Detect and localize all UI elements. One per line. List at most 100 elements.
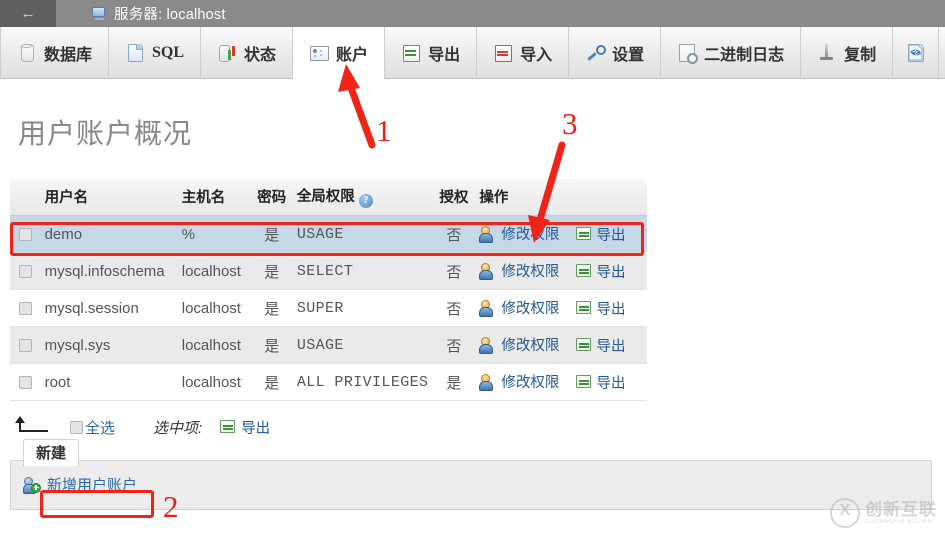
row-password: 是 [250, 363, 293, 401]
edit-privileges-label: 修改权限 [501, 227, 560, 243]
row-checkbox[interactable] [18, 265, 32, 279]
edit-privileges-link[interactable]: 修改权限 [479, 260, 559, 281]
table-row[interactable]: mysql.sys localhost 是 USAGE 否 修改权限 导出 [10, 326, 647, 364]
status-chart-icon [217, 43, 236, 62]
row-actions: 修改权限 导出 [475, 363, 647, 401]
tab-databases-label: 数据库 [44, 46, 93, 64]
row-host: % [177, 215, 251, 253]
tab-variables[interactable]: <> [893, 27, 940, 78]
tab-import[interactable]: 导入 [477, 27, 570, 78]
table-bottom-toolbar: 全选 选中项: 导出 [14, 416, 945, 438]
new-panel-tab[interactable]: 新建 [23, 439, 80, 466]
row-host: localhost [177, 289, 251, 327]
row-checkbox[interactable] [18, 339, 32, 353]
server-title: 服务器: localhost [56, 3, 226, 24]
tab-accounts[interactable]: 账户 [293, 27, 386, 79]
tab-export-label: 导出 [428, 46, 461, 64]
main-tab-bar: 数据库 SQL 状态 账户 导出 导入 设置 二进制日志 复制 <> [0, 27, 945, 79]
edit-privileges-label: 修改权限 [501, 264, 560, 280]
export-row-label: 导出 [596, 375, 626, 392]
export-row-link[interactable]: 导出 [575, 335, 626, 356]
table-head: 用户名 主机名 密码 全局权限? 授权 操作 [10, 179, 647, 216]
tab-databases[interactable]: 数据库 [0, 27, 110, 78]
row-password: 是 [250, 215, 293, 253]
row-actions: 修改权限 导出 [475, 215, 647, 253]
tab-replication[interactable]: 复制 [801, 27, 894, 78]
export-row-link[interactable]: 导出 [575, 372, 626, 393]
table-row[interactable]: mysql.infoschema localhost 是 SELECT 否 修改… [10, 252, 647, 290]
row-checkbox[interactable] [18, 302, 32, 316]
export-row-label: 导出 [596, 301, 626, 318]
export-row-link[interactable]: 导出 [575, 298, 626, 319]
server-title-text: 服务器: localhost [114, 7, 226, 23]
row-privileges: ALL PRIVILEGES [292, 363, 433, 401]
help-circle-icon[interactable]: ? [358, 194, 373, 208]
server-title-bar: ← 服务器: localhost [0, 0, 945, 27]
export-row-label: 导出 [596, 338, 626, 355]
tab-settings[interactable]: 设置 [569, 27, 662, 78]
user-edit-icon [479, 374, 496, 391]
row-password: 是 [250, 252, 293, 290]
watermark: 创新互联 CHUANGXIN HULIAN [830, 498, 937, 528]
back-arrow-icon[interactable]: ← [0, 0, 56, 27]
edit-privileges-link[interactable]: 修改权限 [479, 297, 559, 318]
tab-replication-label: 复制 [844, 46, 877, 64]
tab-status[interactable]: 状态 [201, 27, 294, 78]
header-user: 用户名 [40, 179, 178, 216]
row-user: mysql.session [40, 289, 178, 327]
sql-document-icon [125, 43, 144, 62]
export-icon [575, 264, 592, 278]
wrench-settings-icon [585, 43, 607, 62]
row-user: root [40, 363, 178, 401]
watermark-cn-text: 创新互联 [865, 499, 937, 519]
export-selected-link[interactable]: 导出 [220, 417, 270, 438]
row-checkbox-cell[interactable] [10, 363, 41, 401]
tab-export[interactable]: 导出 [385, 27, 478, 78]
row-grant: 否 [432, 215, 476, 253]
row-grant: 否 [432, 326, 476, 364]
tab-accounts-label: 账户 [336, 46, 369, 64]
row-checkbox[interactable] [18, 376, 32, 390]
export-row-link[interactable]: 导出 [575, 224, 626, 245]
row-checkbox-cell[interactable] [10, 215, 41, 253]
server-icon [92, 7, 107, 20]
export-icon [575, 338, 592, 352]
add-user-account-link[interactable]: 新增用户账户 [23, 474, 137, 495]
table-row[interactable]: root localhost 是 ALL PRIVILEGES 是 修改权限 导… [10, 363, 647, 401]
export-row-link[interactable]: 导出 [575, 261, 626, 282]
row-grant: 否 [432, 252, 476, 290]
edit-privileges-link[interactable]: 修改权限 [479, 334, 559, 355]
row-actions: 修改权限 导出 [475, 326, 647, 364]
new-panel: 新建 新增用户账户 [10, 439, 932, 510]
header-privileges-label: 全局权限 [296, 189, 355, 205]
header-password: 密码 [250, 179, 293, 216]
select-all-label[interactable]: 全选 [85, 417, 115, 438]
tab-sql[interactable]: SQL [109, 27, 202, 78]
row-checkbox-cell[interactable] [10, 326, 41, 364]
export-selected-label: 导出 [241, 420, 271, 437]
edit-privileges-link[interactable]: 修改权限 [479, 223, 559, 244]
export-icon [220, 420, 236, 434]
select-all-checkbox[interactable] [70, 420, 83, 434]
user-accounts-table: 用户名 主机名 密码 全局权限? 授权 操作 demo % 是 USAGE 否 … [10, 179, 647, 401]
tab-binary-log[interactable]: 二进制日志 [661, 27, 802, 78]
export-icon [575, 227, 592, 241]
header-action: 操作 [475, 179, 647, 216]
table-row[interactable]: demo % 是 USAGE 否 修改权限 导出 [10, 215, 647, 253]
row-grant: 否 [432, 289, 476, 327]
header-privileges: 全局权限? [292, 179, 433, 216]
row-checkbox[interactable] [18, 228, 32, 242]
user-edit-icon [479, 300, 496, 317]
page-title: 用户账户概况 [18, 118, 193, 149]
row-user: mysql.sys [40, 326, 178, 364]
row-checkbox-cell[interactable] [10, 289, 41, 327]
header-grant: 授权 [432, 179, 476, 216]
svg-text:<>: <> [912, 49, 922, 58]
with-selected-arrow-icon [14, 416, 48, 438]
edit-privileges-link[interactable]: 修改权限 [479, 371, 559, 392]
row-checkbox-cell[interactable] [10, 252, 41, 290]
table-header-row: 用户名 主机名 密码 全局权限? 授权 操作 [10, 179, 647, 216]
table-row[interactable]: mysql.session localhost 是 SUPER 否 修改权限 导… [10, 289, 647, 327]
add-user-account-label: 新增用户账户 [47, 477, 138, 494]
row-password: 是 [250, 289, 293, 327]
